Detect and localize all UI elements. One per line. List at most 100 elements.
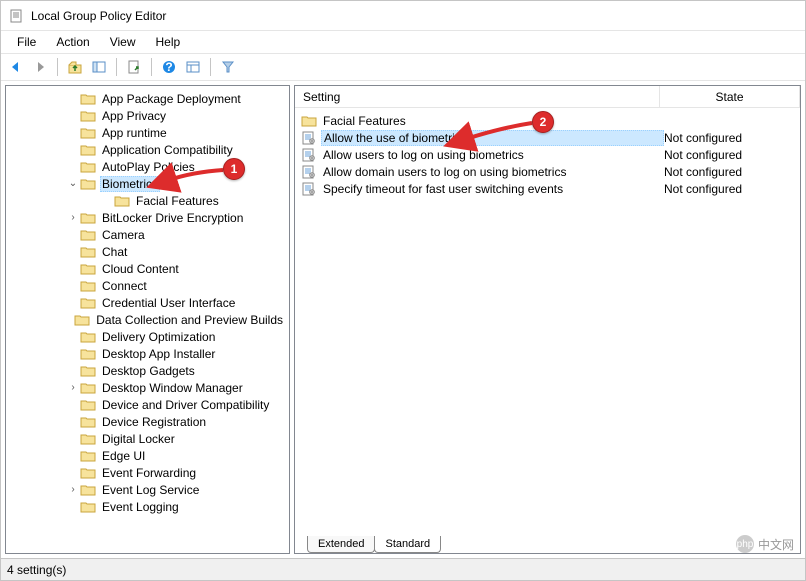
tree-item[interactable]: App Privacy — [6, 107, 289, 124]
tree-item[interactable]: App runtime — [6, 124, 289, 141]
tab-extended[interactable]: Extended — [307, 536, 375, 553]
tabbar: Extended Standard — [295, 531, 800, 553]
forward-button[interactable] — [29, 56, 51, 78]
tab-standard[interactable]: Standard — [374, 536, 441, 553]
column-state[interactable]: State — [660, 86, 800, 107]
back-button[interactable] — [5, 56, 27, 78]
tree-item[interactable]: Event Forwarding — [6, 464, 289, 481]
tree-item-label: Digital Locker — [100, 432, 177, 446]
list-item-state: Not configured — [664, 148, 794, 162]
tree-item[interactable]: Desktop Gadgets — [6, 362, 289, 379]
tree-item-label: Desktop Gadgets — [100, 364, 197, 378]
tree-item[interactable]: ›Event Log Service — [6, 481, 289, 498]
policy-icon — [301, 182, 317, 196]
tree-item[interactable]: Event Logging — [6, 498, 289, 515]
toolbar-separator — [116, 58, 117, 76]
tree-item[interactable]: App Package Deployment — [6, 90, 289, 107]
list-item-state: Not configured — [664, 131, 794, 145]
menu-view[interactable]: View — [100, 33, 146, 51]
statusbar: 4 setting(s) — [1, 558, 805, 580]
tree-item[interactable]: Cloud Content — [6, 260, 289, 277]
policy-icon — [301, 165, 317, 179]
menu-action[interactable]: Action — [46, 33, 99, 51]
folder-icon — [80, 347, 96, 361]
tree-item-label: Credential User Interface — [100, 296, 237, 310]
folder-icon — [80, 262, 96, 276]
tree-item[interactable]: Desktop App Installer — [6, 345, 289, 362]
folder-icon — [80, 160, 96, 174]
folder-icon — [80, 483, 96, 497]
folder-icon — [80, 245, 96, 259]
list-item[interactable]: Allow domain users to log on using biome… — [295, 163, 800, 180]
tree-item[interactable]: › BitLocker Drive Encryption — [6, 209, 289, 226]
show-hide-tree-button[interactable] — [88, 56, 110, 78]
tree-item-label: Device and Driver Compatibility — [100, 398, 271, 412]
tree-item[interactable]: AutoPlay Policies — [6, 158, 289, 175]
toolbar-separator — [151, 58, 152, 76]
folder-icon — [80, 279, 96, 293]
tree-item[interactable]: Application Compatibility — [6, 141, 289, 158]
watermark-icon: php — [736, 535, 754, 553]
tree-item-label: Edge UI — [100, 449, 147, 463]
list-item-state: Not configured — [664, 165, 794, 179]
tree-item[interactable]: Chat — [6, 243, 289, 260]
list-item[interactable]: Allow the use of biometricsNot configure… — [295, 129, 800, 146]
expand-icon[interactable]: › — [66, 382, 80, 393]
list-item[interactable]: Allow users to log on using biometricsNo… — [295, 146, 800, 163]
tree-item-label: Device Registration — [100, 415, 208, 429]
tree-item[interactable]: ⌄Biometrics — [6, 175, 289, 192]
expand-icon[interactable]: › — [66, 484, 80, 495]
tree-item-label: Desktop Window Manager — [100, 381, 245, 395]
tree-item-label: Event Forwarding — [100, 466, 198, 480]
details-pane: Setting State Facial FeaturesAllow the u… — [294, 85, 801, 554]
menu-help[interactable]: Help — [146, 33, 191, 51]
folder-icon — [80, 466, 96, 480]
column-setting[interactable]: Setting — [295, 86, 660, 107]
tree-item[interactable]: Digital Locker — [6, 430, 289, 447]
watermark: php 中文网 — [736, 535, 794, 553]
status-text: 4 setting(s) — [7, 563, 66, 577]
expand-icon[interactable]: › — [66, 212, 80, 223]
folder-icon — [80, 92, 96, 106]
tree-item-label: Desktop App Installer — [100, 347, 217, 361]
settings-list[interactable]: Facial FeaturesAllow the use of biometri… — [295, 108, 800, 531]
folder-icon — [80, 449, 96, 463]
tree-item[interactable]: Credential User Interface — [6, 294, 289, 311]
toolbar: ? — [1, 53, 805, 81]
watermark-text: 中文网 — [758, 536, 794, 553]
menu-file[interactable]: File — [7, 33, 46, 51]
app-icon — [9, 8, 25, 24]
folder-icon — [80, 415, 96, 429]
folder-icon — [80, 500, 96, 514]
list-item-label: Facial Features — [321, 114, 664, 128]
svg-text:?: ? — [165, 60, 172, 74]
tree[interactable]: App Package Deployment App PrivacyApp run… — [6, 90, 289, 515]
tree-item-label: Connect — [100, 279, 149, 293]
up-button[interactable] — [64, 56, 86, 78]
tree-item[interactable]: › Desktop Window Manager — [6, 379, 289, 396]
folder-icon — [80, 330, 96, 344]
folder-icon — [80, 398, 96, 412]
expand-icon[interactable]: ⌄ — [66, 178, 80, 189]
list-item[interactable]: Specify timeout for fast user switching … — [295, 180, 800, 197]
tree-item[interactable]: Delivery Optimization — [6, 328, 289, 345]
tree-item[interactable]: Facial Features — [6, 192, 289, 209]
policy-icon — [301, 131, 317, 145]
properties-button[interactable] — [182, 56, 204, 78]
list-item[interactable]: Facial Features — [295, 112, 800, 129]
help-button[interactable]: ? — [158, 56, 180, 78]
tree-item[interactable]: Data Collection and Preview Builds — [6, 311, 289, 328]
tree-item[interactable]: Camera — [6, 226, 289, 243]
folder-icon — [80, 211, 96, 225]
tree-item-label: App Privacy — [100, 109, 168, 123]
filter-button[interactable] — [217, 56, 239, 78]
tree-item-label: Event Logging — [100, 500, 181, 514]
tree-item[interactable]: Edge UI — [6, 447, 289, 464]
window-title: Local Group Policy Editor — [31, 9, 166, 23]
tree-item[interactable]: Device and Driver Compatibility — [6, 396, 289, 413]
tree-item[interactable]: Device Registration — [6, 413, 289, 430]
folder-icon — [80, 228, 96, 242]
tree-item[interactable]: Connect — [6, 277, 289, 294]
tree-item-label: BitLocker Drive Encryption — [100, 211, 245, 225]
export-button[interactable] — [123, 56, 145, 78]
